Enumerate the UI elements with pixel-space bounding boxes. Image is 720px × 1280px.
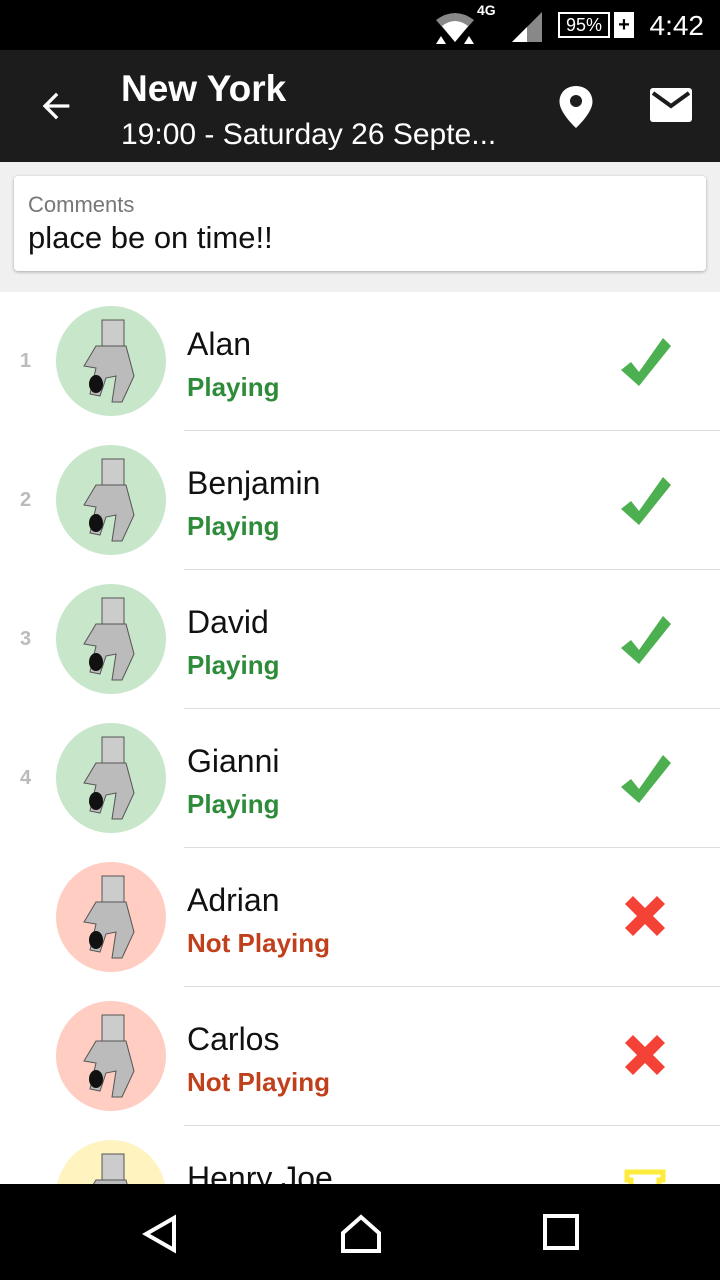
check-icon[interactable] (615, 610, 675, 670)
player-list: 1 Alan Playing 2 Benjamin Playing 3 David Playin… (0, 292, 720, 1184)
battery-icon: 95% (558, 12, 610, 38)
arrow-back-icon[interactable] (36, 86, 76, 126)
wifi-icon (436, 13, 474, 44)
cross-icon[interactable] (615, 888, 675, 948)
page-title: New York (121, 68, 287, 109)
player-status: Not Playing (187, 928, 331, 958)
clock: 4:42 (649, 10, 705, 41)
home-nav-icon[interactable] (340, 1214, 382, 1254)
player-row[interactable]: Carlos Not Playing (0, 987, 720, 1126)
signal-icon (512, 12, 542, 42)
cross-icon[interactable] (615, 1027, 675, 1087)
player-row[interactable]: Henry Joe (0, 1126, 720, 1184)
back-nav-icon[interactable] (142, 1214, 178, 1254)
player-number: 2 (20, 489, 32, 511)
comments-card: Comments place be on time!! (14, 176, 706, 271)
comments-label: Comments (28, 192, 135, 217)
player-name: Adrian (187, 882, 280, 918)
recents-nav-icon[interactable] (543, 1214, 579, 1250)
player-name: Henry Joe (187, 1160, 333, 1184)
player-status: Playing (187, 372, 280, 402)
network-type: 4G (477, 2, 496, 18)
hourglass-icon[interactable] (615, 1166, 675, 1184)
avatar (56, 862, 166, 972)
status-bar: 4G 95% + 4:42 (0, 0, 720, 50)
player-name: Benjamin (187, 465, 321, 501)
page-subtitle: 19:00 - Saturday 26 Septe... (121, 118, 497, 151)
player-status: Playing (187, 789, 280, 819)
avatar (56, 723, 166, 833)
player-name: David (187, 604, 269, 640)
mail-icon[interactable] (650, 88, 692, 122)
player-name: Alan (187, 326, 252, 362)
player-number: 4 (20, 767, 32, 789)
app-bar: New York 19:00 - Saturday 26 Septe... (0, 50, 720, 162)
charging-icon: + (614, 12, 634, 38)
check-icon[interactable] (615, 471, 675, 531)
avatar (56, 445, 166, 555)
check-icon[interactable] (615, 749, 675, 809)
player-status: Playing (187, 650, 280, 680)
player-name: Gianni (187, 743, 280, 779)
player-row[interactable]: 1 Alan Playing (0, 292, 720, 431)
comments-value: place be on time!! (28, 220, 273, 255)
avatar (56, 306, 166, 416)
player-row[interactable]: Adrian Not Playing (0, 848, 720, 987)
player-status: Not Playing (187, 1067, 331, 1097)
location-pin-icon[interactable] (558, 86, 594, 128)
check-icon[interactable] (615, 332, 675, 392)
player-row[interactable]: 4 Gianni Playing (0, 709, 720, 848)
avatar (56, 584, 166, 694)
player-name: Carlos (187, 1021, 280, 1057)
player-row[interactable]: 3 David Playing (0, 570, 720, 709)
player-row[interactable]: 2 Benjamin Playing (0, 431, 720, 570)
player-number: 1 (20, 350, 32, 372)
avatar (56, 1140, 166, 1184)
player-status: Playing (187, 511, 280, 541)
navigation-bar (0, 1184, 720, 1280)
avatar (56, 1001, 166, 1111)
player-number: 3 (20, 628, 32, 650)
